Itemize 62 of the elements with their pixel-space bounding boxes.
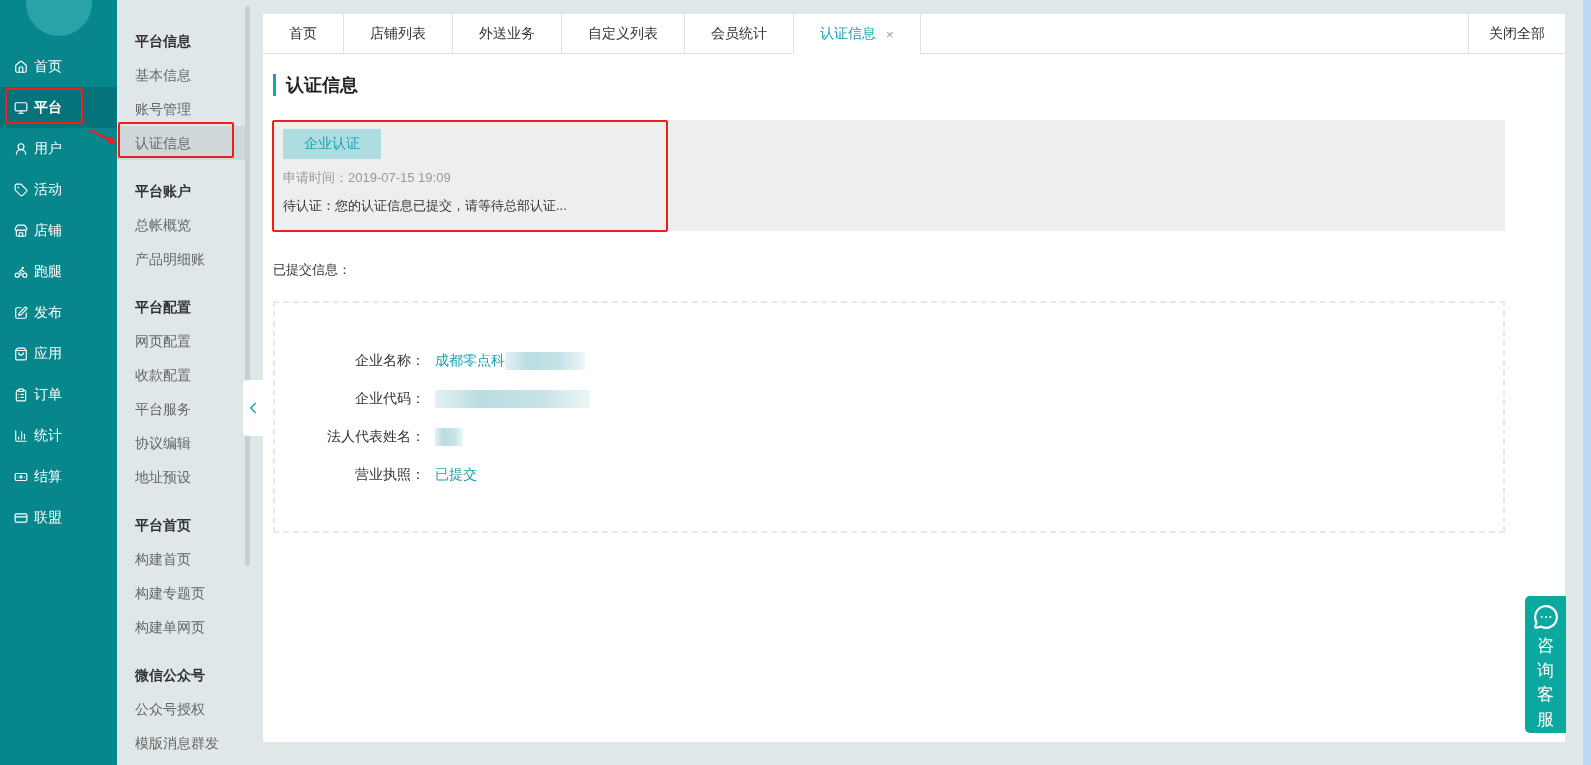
menu-group-title: 微信公众号 [134,666,206,685]
menu-item[interactable]: 认证信息 [117,126,246,160]
scrollbar[interactable] [1583,0,1591,765]
menu-item[interactable]: 基本信息 [117,58,246,92]
scrollbar-thumb[interactable] [245,6,250,566]
nav-icon [14,223,28,238]
nav-icon [14,182,28,197]
menu-group-title: 平台账户 [134,182,192,201]
menu-item[interactable]: 公众号授权 [117,692,246,726]
arrow-icon [88,128,118,146]
menu-item[interactable]: 产品明细账 [117,242,246,276]
menu-group-title: 平台配置 [134,298,192,317]
status-text: 待认证：您的认证信息已提交，请等待总部认证... [283,197,568,215]
menu-item[interactable]: 模版消息群发 [117,726,246,760]
nav-item[interactable]: 订单 [0,374,117,415]
nav-icon [14,510,28,525]
nav-item[interactable]: 应用 [0,333,117,374]
nav-item[interactable]: 结算 [0,456,117,497]
menu-group-title: 平台首页 [134,516,192,535]
nav-item[interactable]: 跑腿 [0,251,117,292]
nav-item[interactable]: 活动 [0,169,117,210]
chat-bubble-icon [1532,604,1559,630]
nav-icon [14,428,28,443]
menu-item[interactable]: 总帐概览 [117,208,246,242]
page-title: 认证信息 [273,74,1505,96]
field-value: 成都零点科 [435,352,505,370]
menu-group-title: 平台信息 [134,32,192,51]
tab[interactable]: 认证信息 × [794,14,921,54]
collapse-button[interactable] [243,380,263,436]
nav-icon [14,346,28,361]
menu-item[interactable]: 协议编辑 [117,426,246,460]
nav-item[interactable]: 用户 [0,128,117,169]
field-label: 企业名称： [354,352,425,370]
nav-icon [14,141,28,156]
consult-service-button[interactable]: 咨询客服 [1525,596,1566,733]
section-label: 已提交信息： [273,261,352,279]
menu-item[interactable]: 地址预设 [117,460,246,494]
field-label: 营业执照： [354,466,425,484]
menu-item[interactable]: 网页配置 [117,324,246,358]
apply-time: 申请时间：2019-07-15 19:09 [283,169,452,187]
close-all-button[interactable]: 关闭全部 [1468,14,1565,53]
menu-item[interactable]: 收款配置 [117,358,246,392]
nav-icon [14,305,28,320]
nav-icon [14,264,28,279]
nav-item[interactable]: 联盟 [0,497,117,538]
menu-item[interactable]: 构建单网页 [117,610,246,644]
menu-item[interactable]: 构建首页 [117,542,246,576]
field-value: 已提交 [435,466,477,484]
menu-item[interactable]: 平台服务 [117,392,246,426]
field-label: 企业代码： [354,390,425,408]
nav-item[interactable]: 发布 [0,292,117,333]
menu-item[interactable]: 账号管理 [117,92,246,126]
nav-item[interactable]: 平台 [0,87,117,128]
nav-icon [14,387,28,402]
close-icon[interactable]: × [886,26,894,42]
nav-item[interactable]: 统计 [0,415,117,456]
nav-item[interactable]: 首页 [0,46,117,87]
nav-icon [14,59,28,74]
menu-item[interactable]: 构建专题页 [117,576,246,610]
field-label: 法人代表姓名： [326,428,425,446]
nav-icon [14,100,28,115]
nav-item[interactable]: 店铺 [0,210,117,251]
